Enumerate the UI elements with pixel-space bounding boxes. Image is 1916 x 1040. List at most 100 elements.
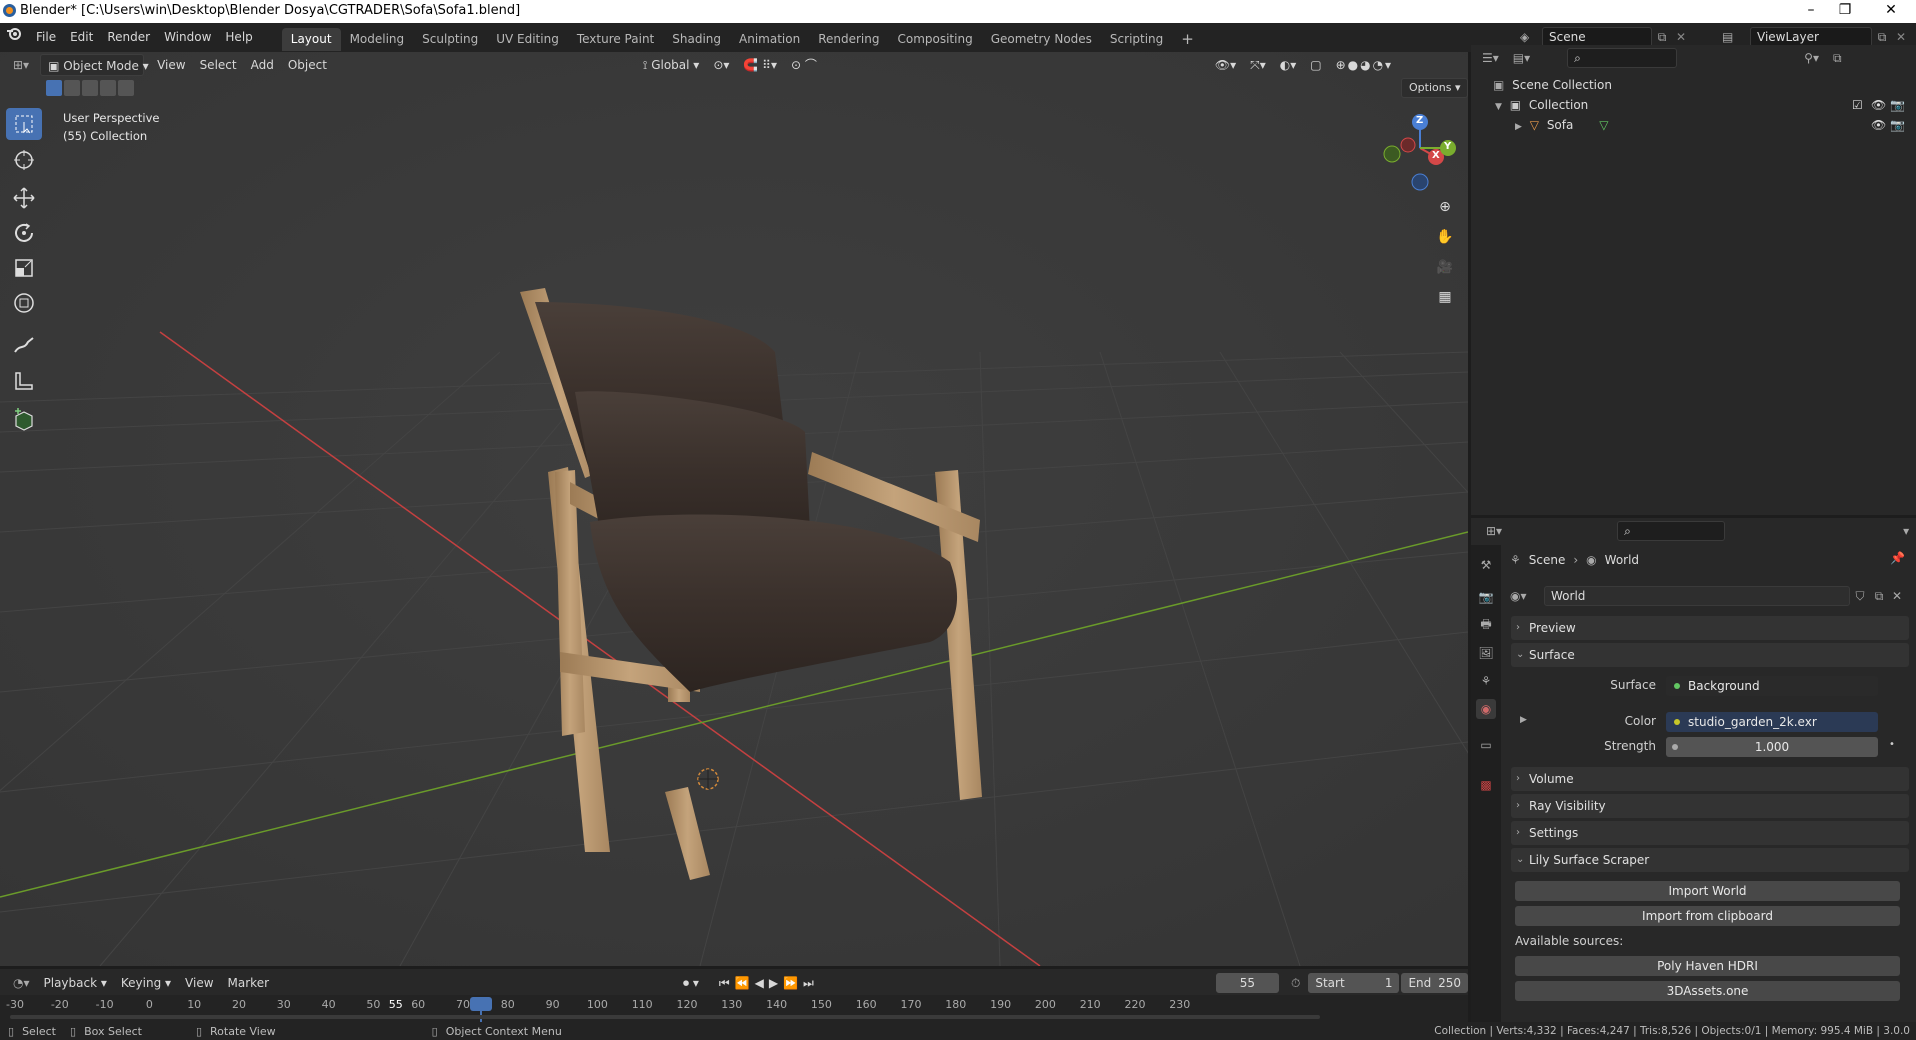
panel-ray-visibility[interactable]: › Ray Visibility: [1511, 794, 1909, 818]
import-world-button[interactable]: Import World: [1515, 881, 1900, 901]
fake-user-icon[interactable]: ⛉: [1850, 589, 1870, 604]
pin-icon[interactable]: 📌: [1890, 551, 1905, 565]
source-3dassets-button[interactable]: 3DAssets.one: [1515, 981, 1900, 1001]
menu-timeline-view[interactable]: View: [178, 972, 220, 994]
camera-view-button[interactable]: 🎥: [1432, 254, 1458, 280]
options-dropdown[interactable]: Options ▾: [1401, 78, 1469, 98]
current-frame-field[interactable]: 55: [1215, 973, 1279, 993]
playback-controls[interactable]: ⏮⏪◀▶⏩⏭: [712, 972, 826, 994]
transform-tool[interactable]: [6, 287, 42, 319]
mesh-data-icon[interactable]: ▽: [1599, 118, 1608, 132]
collection-render-icon[interactable]: 📷: [1890, 95, 1905, 115]
outliner-search-input[interactable]: ⌕: [1567, 48, 1678, 68]
delete-viewlayer-icon[interactable]: ✕: [1892, 30, 1910, 44]
tool-tab-icon[interactable]: ⚒: [1476, 555, 1496, 575]
visibility-dropdown[interactable]: 👁▾: [1208, 54, 1243, 76]
tab-compositing[interactable]: Compositing: [888, 28, 981, 51]
select-mode-buttons[interactable]: [46, 80, 138, 96]
color-texture-field[interactable]: studio_garden_2k.exr: [1666, 712, 1878, 732]
menu-add[interactable]: Add: [244, 54, 281, 76]
tab-uv-editing[interactable]: UV Editing: [487, 28, 568, 51]
expand-color-icon[interactable]: ▶: [1520, 715, 1527, 725]
add-workspace-button[interactable]: +: [1172, 28, 1203, 51]
menu-window[interactable]: Window: [157, 23, 218, 52]
new-scene-icon[interactable]: ⧉: [1652, 30, 1672, 45]
shading-mode-buttons[interactable]: ⊕●◕◔▾: [1329, 54, 1401, 76]
start-frame-field[interactable]: Start 1: [1308, 973, 1400, 993]
properties-editor-icon[interactable]: ⊞▾: [1479, 520, 1509, 542]
sofa-render-icon[interactable]: 📷: [1890, 115, 1905, 135]
annotate-tool[interactable]: [6, 330, 42, 362]
tab-rendering[interactable]: Rendering: [809, 28, 888, 51]
properties-search-input[interactable]: ⌕: [1617, 521, 1726, 541]
xray-toggle[interactable]: ▢: [1303, 54, 1328, 76]
output-tab-icon[interactable]: 🖶: [1476, 615, 1496, 635]
scene-tab-icon[interactable]: ⚘: [1476, 671, 1496, 691]
tab-shading[interactable]: Shading: [663, 28, 730, 51]
menu-render[interactable]: Render: [100, 23, 157, 52]
render-tab-icon[interactable]: 📷: [1476, 587, 1496, 607]
menu-select[interactable]: Select: [193, 54, 244, 76]
panel-settings[interactable]: › Settings: [1511, 821, 1909, 845]
menu-marker[interactable]: Marker: [221, 972, 276, 994]
ortho-toggle-button[interactable]: ▦: [1432, 284, 1458, 310]
panel-lily-surface-scraper[interactable]: ⌄ Lily Surface Scraper: [1511, 848, 1909, 872]
tab-geometry-nodes[interactable]: Geometry Nodes: [982, 28, 1101, 51]
editor-type-icon[interactable]: ⊞▾: [6, 54, 36, 76]
tab-animation[interactable]: Animation: [730, 28, 809, 51]
menu-playback[interactable]: Playback ▾: [37, 972, 114, 994]
rotate-tool[interactable]: [6, 217, 42, 249]
collection-checkbox[interactable]: ☑: [1852, 95, 1863, 115]
cursor-tool[interactable]: [6, 144, 42, 176]
tab-texture-paint[interactable]: Texture Paint: [568, 28, 663, 51]
record-button[interactable]: ⏺ ▾: [676, 972, 706, 994]
filter-icon[interactable]: ⚲▾: [1797, 47, 1826, 69]
collection-tab-icon[interactable]: ▭: [1476, 735, 1496, 755]
outliner-editor-icon[interactable]: ☰▾: [1475, 47, 1506, 69]
view-layer-tab-icon[interactable]: 🖼: [1476, 643, 1496, 663]
expand-sofa-icon[interactable]: ▶: [1515, 122, 1522, 132]
panel-preview[interactable]: › Preview: [1511, 616, 1909, 640]
new-collection-icon[interactable]: ⧉: [1826, 47, 1849, 69]
unlink-world-icon[interactable]: ✕: [1888, 589, 1906, 603]
expand-collection-icon[interactable]: ▼: [1495, 102, 1502, 112]
breadcrumb-scene[interactable]: Scene: [1529, 553, 1566, 567]
delete-scene-icon[interactable]: ✕: [1672, 30, 1690, 44]
source-poly-haven-button[interactable]: Poly Haven HDRI: [1515, 956, 1900, 976]
move-tool[interactable]: [6, 182, 42, 214]
zoom-view-button[interactable]: ⊕: [1432, 194, 1458, 220]
outliner-row-collection[interactable]: ▼ ▣ Collection ☑ 👁 📷: [1471, 95, 1916, 115]
menu-object[interactable]: Object: [281, 54, 334, 76]
timeline-scrollbar[interactable]: [10, 1015, 1320, 1019]
menu-view[interactable]: View: [150, 54, 192, 76]
snap-toggle[interactable]: 🧲 ⠿▾: [736, 54, 784, 76]
playhead-marker[interactable]: [470, 997, 492, 1011]
import-clipboard-button[interactable]: Import from clipboard: [1515, 906, 1900, 926]
menu-keying[interactable]: Keying ▾: [114, 972, 178, 994]
scene-name-field[interactable]: Scene: [1542, 27, 1652, 47]
outliner-row-sofa[interactable]: ▶ ▽ Sofa ▽ 👁 📷: [1471, 115, 1916, 135]
outliner-row-scene-collection[interactable]: ▣ Scene Collection: [1471, 75, 1916, 95]
breadcrumb-world[interactable]: World: [1605, 553, 1639, 567]
collection-visibility-icon[interactable]: 👁: [1871, 95, 1886, 115]
world-tab-icon[interactable]: ◉: [1476, 699, 1496, 719]
pan-view-button[interactable]: ✋: [1432, 224, 1458, 250]
blender-menu-icon[interactable]: [0, 23, 29, 52]
mode-dropdown[interactable]: ▣ Object Mode ▾: [40, 54, 149, 76]
timeline-editor-icon[interactable]: ◔▾: [6, 972, 37, 994]
overlay-toggle[interactable]: ◐▾: [1273, 54, 1304, 76]
measure-tool[interactable]: [6, 365, 42, 397]
menu-file[interactable]: File: [29, 23, 63, 52]
orientation-dropdown[interactable]: ⟟ Global ▾: [636, 54, 706, 76]
pivot-dropdown[interactable]: ⊙▾: [706, 54, 736, 76]
select-box-tool[interactable]: [6, 108, 42, 140]
texture-tab-icon[interactable]: ▩: [1476, 775, 1496, 795]
strength-field[interactable]: 1.000: [1666, 737, 1878, 757]
add-cube-tool[interactable]: [6, 404, 42, 436]
menu-help[interactable]: Help: [218, 23, 259, 52]
panel-volume[interactable]: › Volume: [1511, 767, 1909, 791]
world-browse-icon[interactable]: ◉▾: [1510, 589, 1544, 603]
proportional-edit-toggle[interactable]: ⊙ ⌒: [784, 54, 824, 76]
scale-tool[interactable]: [6, 252, 42, 284]
properties-options-icon[interactable]: ▾: [1903, 524, 1909, 538]
